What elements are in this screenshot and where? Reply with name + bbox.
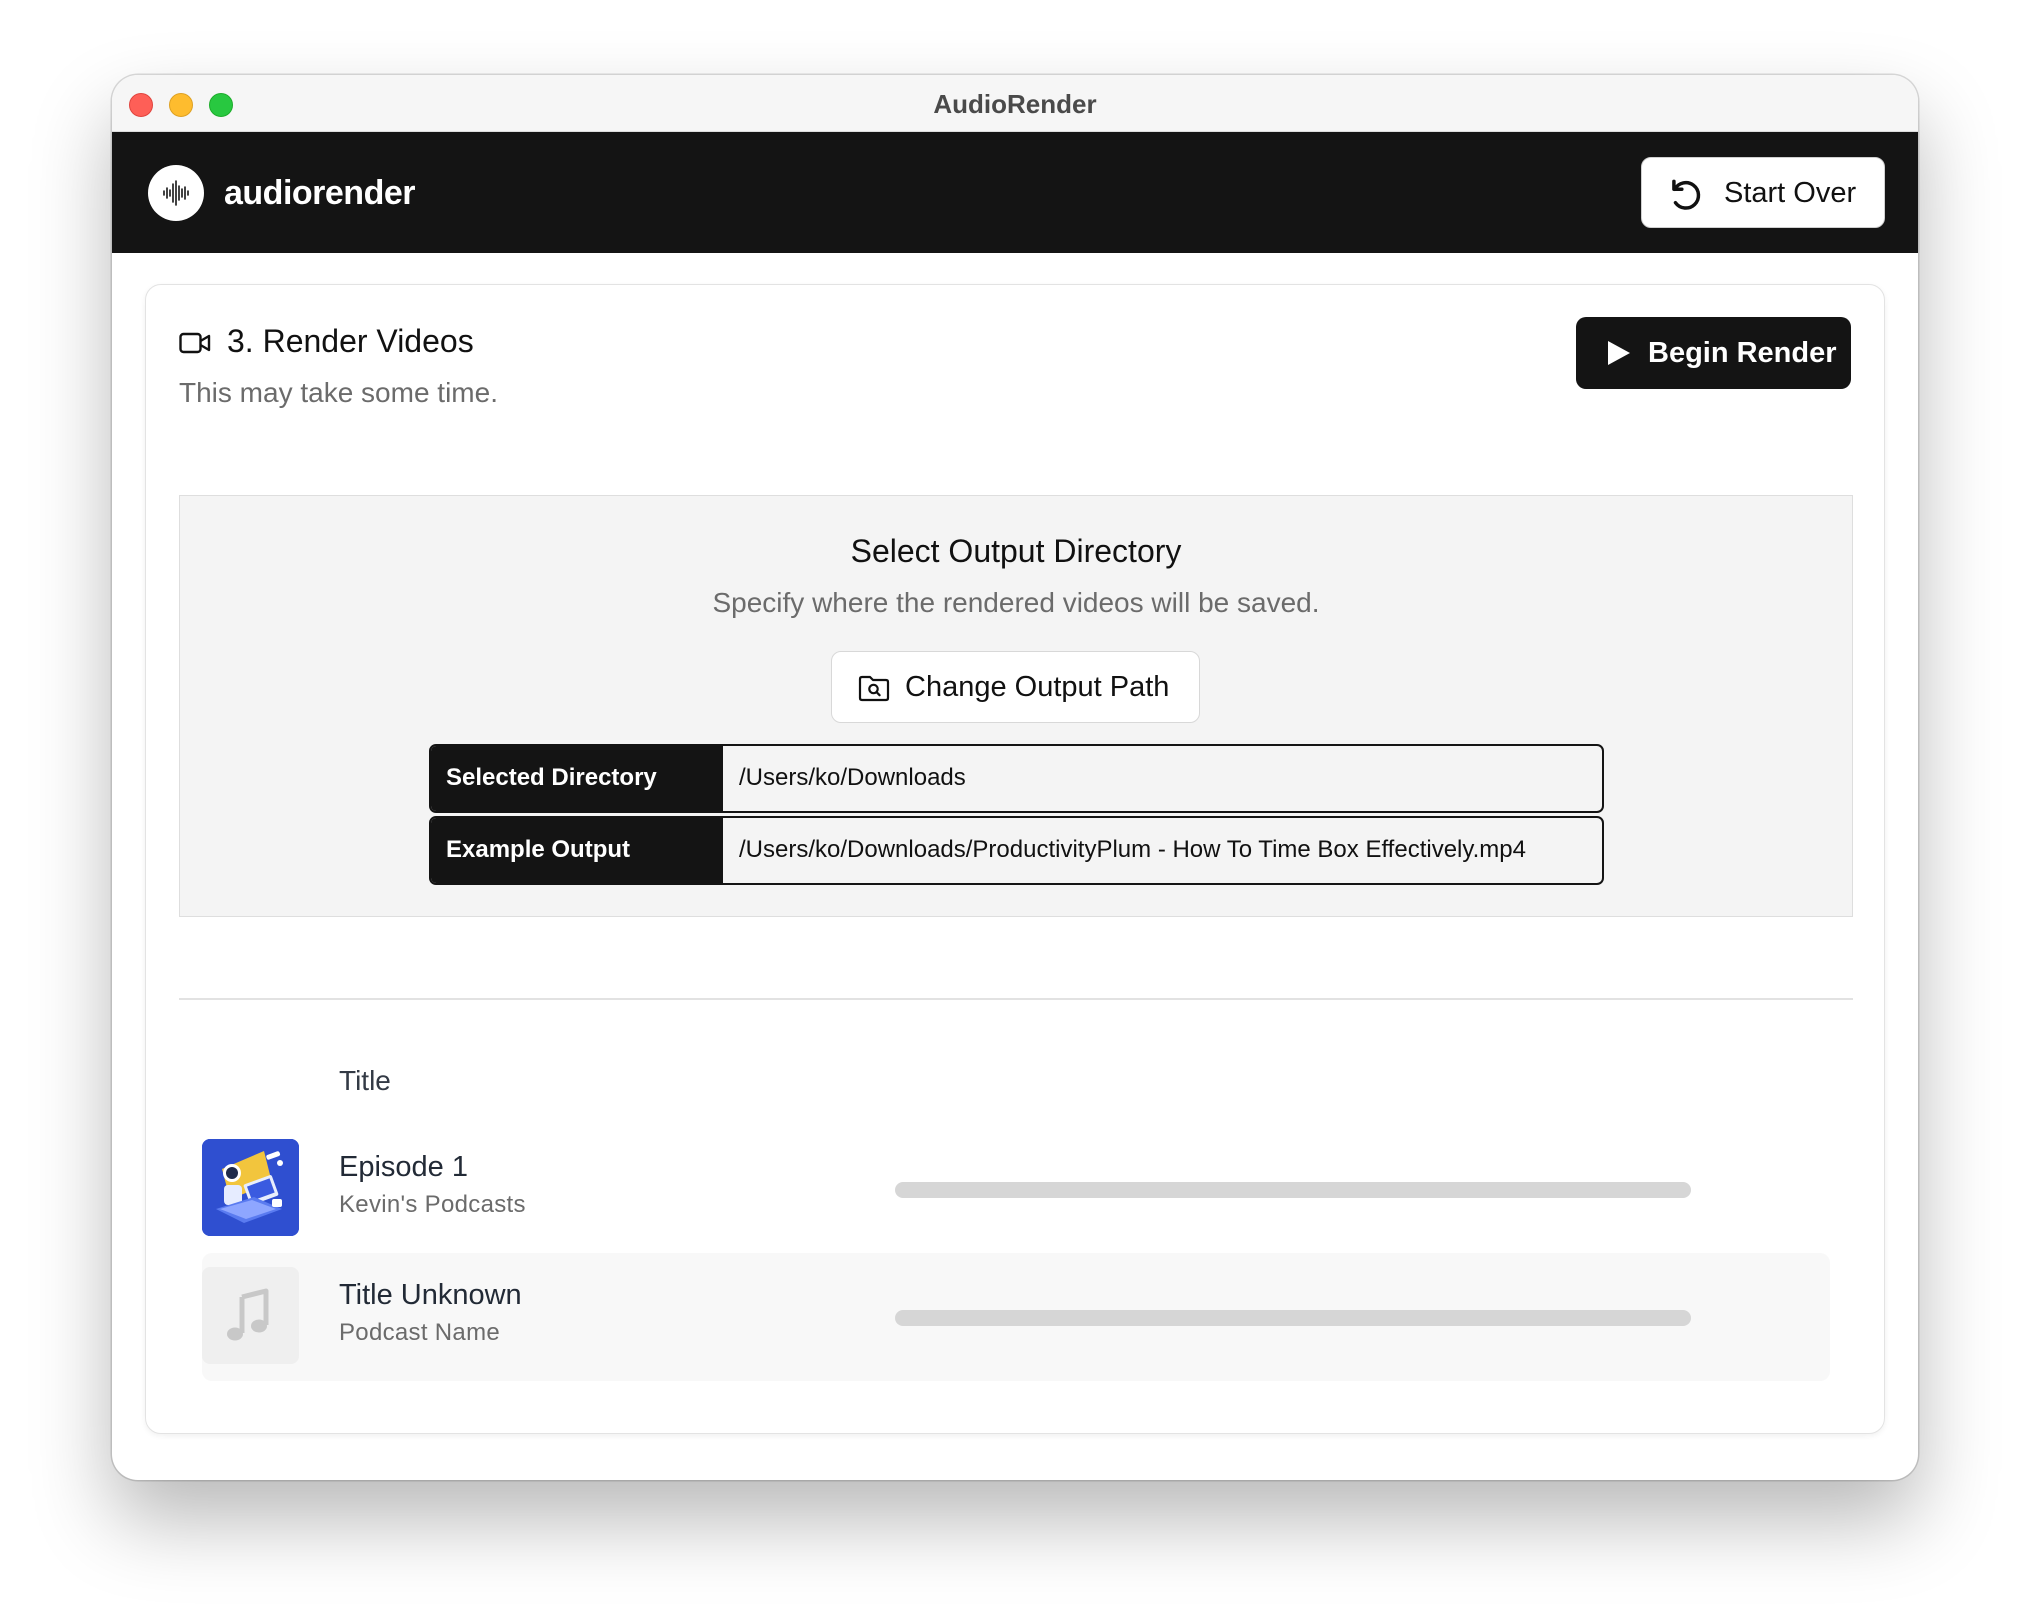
output-panel-title: Select Output Directory (850, 533, 1182, 569)
title-bar: AudioRender (112, 75, 1918, 132)
change-output-path-label: Change Output Path (905, 671, 1170, 703)
app-logo (148, 165, 204, 221)
divider (179, 998, 1853, 1000)
example-output-value: /Users/ko/Downloads/ProductivityPlum - H… (739, 836, 1526, 863)
table-row: Episode 1 Kevin's Podcasts (202, 1125, 1830, 1253)
app-header: audiorender Start Over (112, 132, 1918, 253)
start-over-label: Start Over (1724, 177, 1857, 209)
begin-render-button[interactable]: Begin Render (1576, 317, 1851, 389)
section-subtitle: This may take some time. (179, 377, 498, 408)
waveform-icon (163, 180, 189, 206)
begin-render-label: Begin Render (1648, 337, 1837, 369)
episode-podcast: Podcast Name (339, 1319, 501, 1346)
column-header-title: Title (339, 1065, 391, 1096)
episode-progress-bar (895, 1182, 1691, 1198)
render-card: 3. Render Videos This may take some time… (145, 284, 1885, 1434)
app-name: audiorender (224, 174, 415, 212)
undo-icon (1672, 179, 1701, 210)
episode-artwork-placeholder (202, 1267, 299, 1364)
episode-title: Title Unknown (339, 1279, 522, 1311)
start-over-button[interactable]: Start Over (1641, 157, 1885, 228)
podcast-artwork (202, 1139, 299, 1236)
music-note-icon (227, 1288, 269, 1341)
example-output-row: Example Output /Users/ko/Downloads/Produ… (429, 816, 1604, 885)
example-output-label: Example Output (431, 818, 723, 883)
episode-title: Episode 1 (339, 1151, 468, 1183)
episode-progress-bar (895, 1310, 1691, 1326)
play-icon (1608, 341, 1630, 365)
episode-podcast: Kevin's Podcasts (339, 1191, 526, 1218)
table-row: Title Unknown Podcast Name (202, 1253, 1830, 1381)
output-directory-panel: Select Output Directory Specify where th… (179, 495, 1853, 917)
app-window: AudioRender audiorender Start Over 3. Re… (112, 75, 1918, 1480)
output-panel-subtitle: Specify where the rendered videos will b… (712, 587, 1320, 618)
video-camera-icon (179, 332, 211, 354)
selected-directory-label: Selected Directory (431, 746, 723, 811)
window-title: AudioRender (933, 89, 1097, 119)
change-output-path-button[interactable]: Change Output Path (831, 651, 1200, 723)
selected-directory-row: Selected Directory /Users/ko/Downloads (429, 744, 1604, 813)
folder-search-icon (858, 675, 890, 702)
selected-directory-value: /Users/ko/Downloads (739, 764, 966, 791)
section-title: 3. Render Videos (227, 323, 474, 359)
